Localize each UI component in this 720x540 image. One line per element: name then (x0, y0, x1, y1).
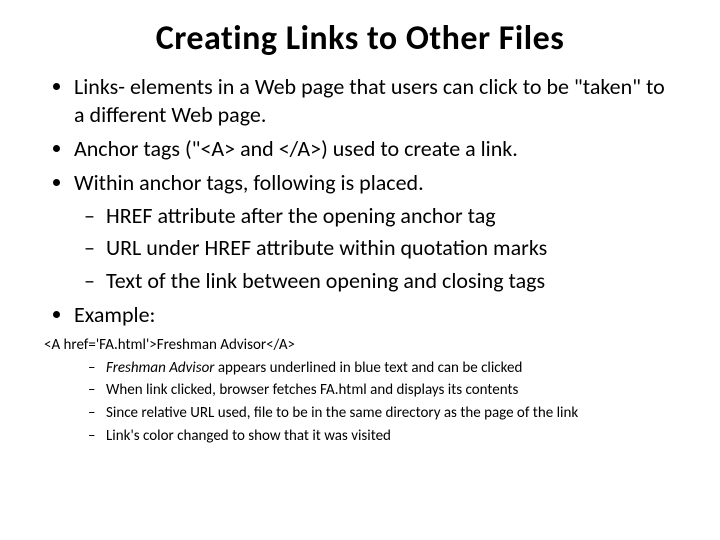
plain-text: appears underlined in blue text and can … (214, 359, 522, 377)
example-sub-item: When link clicked, browser fetches FA.ht… (106, 380, 680, 402)
example-sub-item: Since relative URL used, file to be in t… (106, 403, 680, 425)
sub-bullet-list: HREF attribute after the opening anchor … (74, 202, 680, 296)
example-sub-item: Link's color changed to show that it was… (106, 426, 680, 448)
italic-text: Freshman Advisor (106, 359, 214, 377)
bullet-list: Links- elements in a Web page that users… (40, 73, 680, 330)
sub-bullet-item: HREF attribute after the opening anchor … (106, 202, 680, 231)
code-example: <A href='FA.html'>Freshman Advisor</A> (44, 336, 680, 354)
example-sub-list: Freshman Advisor appears underlined in b… (40, 358, 680, 448)
sub-bullet-item: Text of the link between opening and clo… (106, 267, 680, 296)
bullet-item: Example: (74, 301, 680, 329)
bullet-item: Within anchor tags, following is placed.… (74, 169, 680, 295)
slide-title: Creating Links to Other Files (40, 18, 680, 59)
sub-bullet-item: URL under HREF attribute within quotatio… (106, 234, 680, 263)
bullet-item: Anchor tags ("<A> and </A>) used to crea… (74, 135, 680, 163)
example-sub-item: Freshman Advisor appears underlined in b… (106, 358, 680, 380)
bullet-text: Within anchor tags, following is placed. (74, 169, 424, 196)
bullet-item: Links- elements in a Web page that users… (74, 73, 680, 129)
